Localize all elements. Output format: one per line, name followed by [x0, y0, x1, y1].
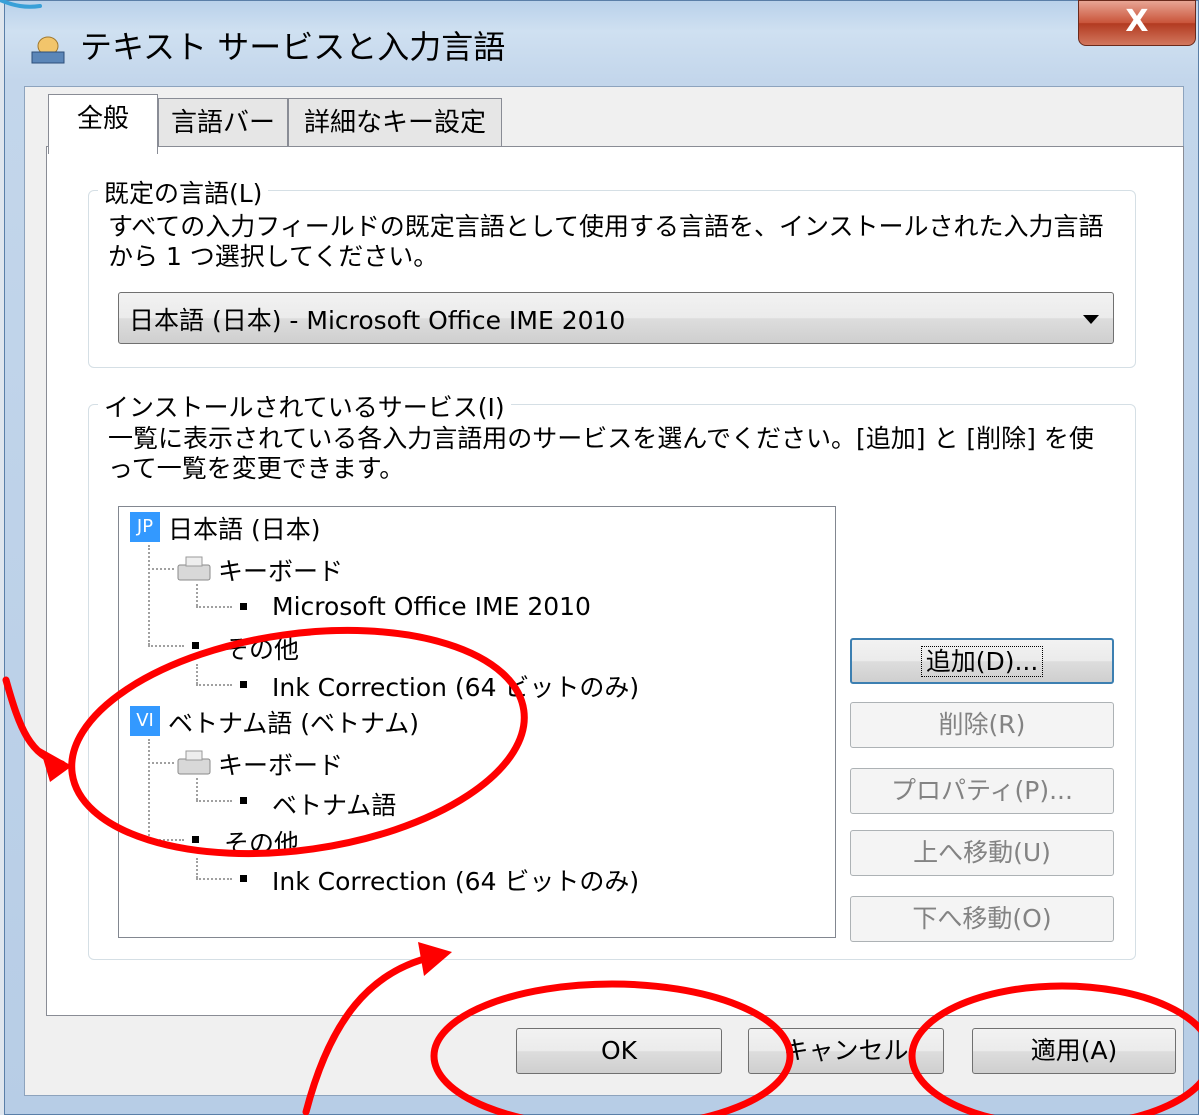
tree-line: [196, 858, 198, 878]
dropdown-arrow-icon: [1083, 315, 1099, 324]
properties-button[interactable]: プロパティ(P)...: [850, 768, 1114, 814]
tree-node-other-vi[interactable]: その他: [224, 824, 299, 860]
tree-line: [148, 645, 184, 647]
language-badge-jp: JP: [130, 512, 160, 542]
tree-node-vietnamese[interactable]: ベトナム語 (ベトナム): [168, 704, 419, 740]
tree-line: [148, 568, 174, 570]
tree-node-ink-correction-jp[interactable]: Ink Correction (64 ビットのみ): [272, 668, 639, 704]
tree-node-other-jp[interactable]: その他: [224, 630, 299, 666]
bullet-icon: [240, 875, 247, 882]
tab-general[interactable]: 全般: [48, 94, 158, 154]
bullet-icon: [192, 836, 199, 843]
default-language-description-1: すべての入力フィールドの既定言語として使用する言語を、インストールされた入力言語: [108, 212, 1104, 241]
tree-node-japanese[interactable]: 日本語 (日本): [168, 510, 320, 546]
keyboard-icon: [177, 750, 211, 775]
default-language-value: 日本語 (日本) - Microsoft Office IME 2010: [129, 306, 626, 335]
tab-advanced-key-settings[interactable]: 詳細なキー設定: [288, 98, 502, 146]
close-button[interactable]: X: [1078, 0, 1196, 46]
window-title: テキスト サービスと入力言語: [80, 28, 506, 66]
tree-line: [148, 545, 150, 645]
add-button[interactable]: 追加(D)...: [850, 638, 1114, 684]
tree-node-keyboard-jp[interactable]: キーボード: [218, 552, 343, 588]
default-language-select[interactable]: 日本語 (日本) - Microsoft Office IME 2010: [118, 292, 1114, 344]
tab-language-bar[interactable]: 言語バー: [158, 98, 288, 146]
tree-line: [196, 800, 232, 802]
tree-line: [196, 606, 232, 608]
add-button-label: 追加(D)...: [920, 646, 1044, 677]
apply-button[interactable]: 適用(A): [972, 1028, 1176, 1074]
tree-line: [196, 584, 198, 606]
tree-node-ime-2010[interactable]: Microsoft Office IME 2010: [272, 592, 591, 621]
bullet-icon: [240, 603, 247, 610]
move-up-button[interactable]: 上へ移動(U): [850, 830, 1114, 876]
keyboard-icon: [177, 556, 211, 581]
tree-node-vietnamese-keyboard[interactable]: ベトナム語: [272, 786, 396, 822]
bullet-icon: [240, 797, 247, 804]
language-badge-vi: VI: [130, 706, 160, 736]
default-language-description-2: から 1 つ選択してください。: [108, 242, 439, 271]
tree-line: [148, 839, 184, 841]
tree-line: [148, 739, 150, 839]
bullet-icon: [192, 642, 199, 649]
default-language-label: 既定の言語(L): [98, 174, 269, 210]
tree-line: [196, 664, 198, 684]
installed-services-label: インストールされているサービス(I): [98, 388, 511, 424]
tree-line: [196, 684, 232, 686]
ok-button[interactable]: OK: [516, 1028, 722, 1074]
cancel-button[interactable]: キャンセル: [748, 1028, 944, 1074]
tree-line: [196, 778, 198, 800]
tree-node-ink-correction-vi[interactable]: Ink Correction (64 ビットのみ): [272, 862, 639, 898]
installed-services-description-1: 一覧に表示されている各入力言語用のサービスを選んでください。[追加] と [削除…: [108, 424, 1094, 453]
app-icon: [31, 36, 65, 64]
installed-services-description-2: って一覧を変更できます。: [108, 454, 405, 483]
remove-button[interactable]: 削除(R): [850, 702, 1114, 748]
tree-line: [196, 878, 232, 880]
move-down-button[interactable]: 下へ移動(O): [850, 896, 1114, 942]
tree-node-keyboard-vi[interactable]: キーボード: [218, 746, 343, 782]
bullet-icon: [240, 681, 247, 688]
tree-line: [148, 762, 174, 764]
